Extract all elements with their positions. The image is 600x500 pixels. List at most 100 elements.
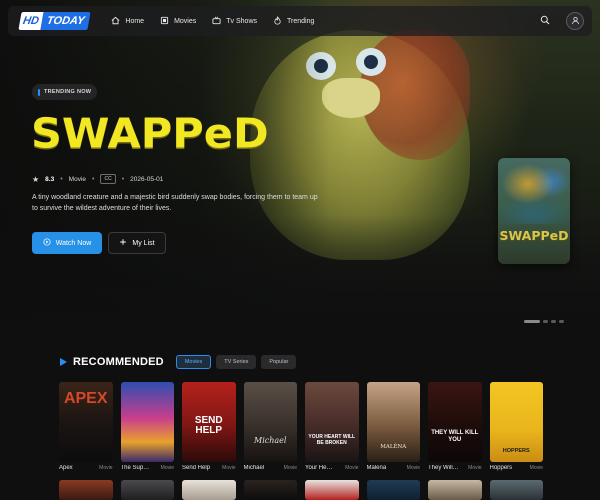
movie-title: Michael: [243, 465, 265, 471]
hero-synopsis: A tiny woodland creature and a majestic …: [32, 194, 318, 212]
recommended-header: RECOMMENDED Movies TV Series Popular: [60, 355, 301, 369]
nav-tv-shows[interactable]: Tv Shows: [212, 16, 257, 27]
hero-poster-art: [498, 158, 570, 224]
hero-poster-card[interactable]: SWAPPeD: [498, 158, 570, 264]
movie-card[interactable]: MALÈNA Malena Movie: [366, 382, 421, 471]
watch-now-label: Watch Now: [55, 239, 92, 247]
logo-today: TODAY: [40, 12, 91, 30]
movie-title: They Will…: [428, 465, 459, 471]
my-list-button[interactable]: My List: [108, 232, 166, 254]
movie-card[interactable]: The Sup… Movie: [120, 382, 175, 471]
film-icon: [160, 16, 169, 27]
poster-text: THEY WILL KILL YOU: [431, 430, 479, 443]
star-icon: ★: [32, 174, 40, 184]
nav-movies[interactable]: Movies: [160, 16, 196, 27]
creature-eye-right: [356, 48, 386, 76]
movie-caption: Michael Movie: [244, 465, 298, 471]
recommended-row: [59, 480, 549, 500]
nav-trending-label: Trending: [287, 17, 315, 25]
movie-card[interactable]: [366, 480, 420, 500]
movie-caption: Hoppers Movie: [490, 465, 544, 471]
movie-caption: Apex Movie: [59, 465, 113, 471]
poster-text: SEND HELP: [194, 415, 223, 436]
hero-meta: ★ 8.3 • Movie • CC • 2026-05-01: [32, 174, 163, 184]
poster-text: APEX: [63, 390, 108, 407]
movie-card[interactable]: [489, 480, 543, 500]
movie-caption: The Sup… Movie: [121, 465, 175, 471]
movie-poster: APEX: [59, 382, 113, 462]
plus-icon: [119, 238, 127, 248]
movie-card[interactable]: [120, 480, 174, 500]
movie-title: Send Help: [182, 465, 211, 471]
carousel-dot[interactable]: [559, 320, 564, 323]
movie-poster: [489, 480, 543, 500]
movie-caption: Your He… Movie: [305, 465, 359, 471]
movie-type: Movie: [345, 465, 359, 471]
movie-card[interactable]: [305, 480, 359, 500]
filter-tv-series[interactable]: TV Series: [216, 355, 257, 369]
movie-card[interactable]: YOUR HEART WILL BE BROKEN Your He… Movie: [305, 382, 359, 471]
user-icon: [571, 12, 580, 30]
movie-card[interactable]: [243, 480, 297, 500]
movie-type: Movie: [222, 465, 236, 471]
movie-poster: [120, 480, 174, 500]
badge-accent-bar: [38, 88, 40, 96]
movie-poster: [182, 480, 236, 500]
movie-card[interactable]: Michael Michael Movie: [243, 382, 298, 471]
carousel-dot-active[interactable]: [524, 320, 540, 323]
movie-title: The Sup…: [120, 465, 150, 471]
meta-separator: •: [121, 175, 125, 183]
hero-title-logo: SWAPPeD: [31, 110, 269, 158]
site-logo[interactable]: HD TODAY: [18, 11, 91, 31]
movie-poster: YOUR HEART WILL BE BROKEN: [305, 382, 359, 462]
filter-movies[interactable]: Movies: [175, 355, 212, 369]
movie-poster: THEY WILL KILL YOU: [428, 382, 482, 462]
recommended-row: APEX Apex Movie The Sup… Movie SEND HELP…: [59, 382, 549, 471]
movie-card[interactable]: [59, 480, 113, 500]
top-nav: HD TODAY Home Movies Tv Shows Trending: [8, 6, 592, 36]
recommended-grid: APEX Apex Movie The Sup… Movie SEND HELP…: [59, 382, 549, 500]
movie-poster: HOPPERS: [489, 382, 543, 462]
movie-type: Movie: [99, 465, 113, 471]
creature-beak: [322, 78, 380, 118]
carousel-dot[interactable]: [551, 320, 556, 323]
search-button[interactable]: [540, 12, 550, 30]
movie-type: Movie: [529, 465, 543, 471]
home-icon: [111, 16, 120, 27]
nav-trending[interactable]: Trending: [273, 15, 315, 27]
poster-text: MALÈNA: [380, 444, 407, 450]
movie-card[interactable]: [428, 480, 482, 500]
cc-badge: CC: [100, 174, 116, 184]
movie-caption: Send Help Movie: [182, 465, 236, 471]
movie-card[interactable]: [182, 480, 236, 500]
movie-title: Hoppers: [489, 465, 513, 471]
trending-badge: TRENDING NOW: [32, 84, 98, 100]
hero-release-date: 2026-05-01: [130, 175, 164, 183]
hero-rating: 8.3: [45, 175, 55, 183]
movie-caption: They Will… Movie: [428, 465, 482, 471]
movie-poster: Michael: [243, 382, 297, 462]
carousel-dot[interactable]: [543, 320, 548, 323]
nav-home[interactable]: Home: [111, 16, 144, 27]
movie-poster: [59, 480, 113, 500]
movie-card[interactable]: SEND HELP Send Help Movie: [182, 382, 236, 471]
movie-poster: [305, 480, 359, 500]
carousel-dots: [524, 320, 564, 323]
movie-card[interactable]: APEX Apex Movie: [59, 382, 113, 471]
nav-actions: [540, 12, 584, 30]
movie-card[interactable]: HOPPERS Hoppers Movie: [489, 382, 544, 471]
movie-poster: [428, 480, 482, 500]
filter-popular[interactable]: Popular: [261, 355, 297, 369]
play-circle-icon: [43, 238, 51, 248]
flame-icon: [273, 15, 282, 27]
watch-now-button[interactable]: Watch Now: [32, 232, 102, 254]
nav-links: Home Movies Tv Shows Trending: [111, 15, 315, 27]
profile-button[interactable]: [566, 12, 584, 30]
play-arrow-icon: [60, 358, 67, 366]
movie-type: Movie: [468, 465, 482, 471]
my-list-label: My List: [132, 239, 155, 247]
movie-caption: Malena Movie: [367, 465, 421, 471]
meta-separator: •: [60, 175, 63, 183]
movie-card[interactable]: THEY WILL KILL YOU They Will… Movie: [428, 382, 482, 471]
tv-icon: [212, 16, 221, 27]
